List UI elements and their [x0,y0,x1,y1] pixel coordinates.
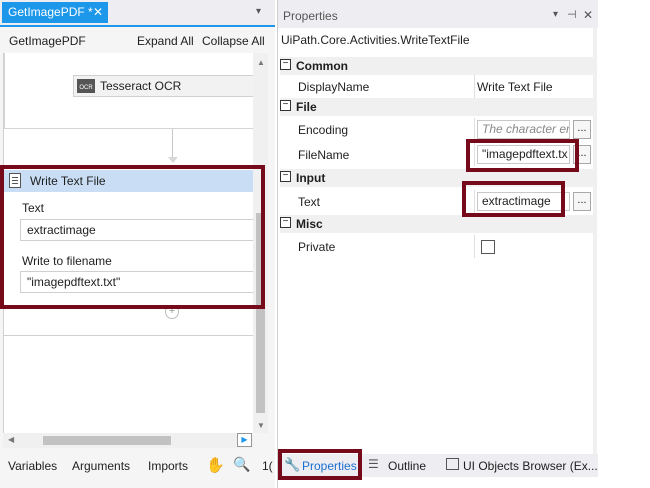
category-input[interactable]: − Input [280,169,594,187]
scroll-up-icon[interactable]: ▲ [257,58,265,67]
property-name: Text [298,195,321,209]
text-input[interactable]: extractimage [20,219,256,241]
write-text-file-activity[interactable]: Write Text File Text extractimage Write … [4,170,257,293]
scrollbar-thumb[interactable] [256,213,265,413]
ellipsis-button[interactable]: ... [573,192,591,211]
add-activity-icon[interactable]: + [165,305,179,319]
horizontal-scrollbar[interactable]: ◀ ▶ [3,433,253,448]
close-icon[interactable]: ✕ [583,8,593,22]
ocr-icon: OCR [77,79,95,93]
category-file[interactable]: − File [280,98,594,116]
category-label: File [296,100,317,114]
document-tab-strip: GetImagePDF * ✕ ▾ [0,0,275,27]
arguments-tab[interactable]: Arguments [72,459,130,473]
zoom-level[interactable]: 1( [262,459,273,473]
category-misc[interactable]: − Misc [280,215,594,233]
filename-field[interactable]: "imagepdftext.tx [477,145,570,164]
collapse-icon[interactable]: − [280,59,291,70]
divider [4,335,254,336]
activity-header[interactable]: Write Text File [4,170,257,192]
collapse-icon[interactable]: − [280,100,291,111]
sequence-container: OCR Tesseract OCR [4,53,255,129]
category-label: Common [296,59,348,73]
tab-getimagepdf[interactable]: GetImagePDF * ✕ [2,2,108,23]
imports-tab[interactable]: Imports [148,459,188,473]
tesseract-ocr-activity[interactable]: OCR Tesseract OCR [73,75,255,97]
property-name: DisplayName [298,80,370,94]
scroll-down-icon[interactable]: ▼ [257,421,265,430]
property-grid: − Common DisplayName Write Text File − F… [280,57,594,457]
property-value-cell[interactable] [474,235,594,258]
property-name: FileName [298,148,350,162]
property-row-filename[interactable]: FileName "imagepdftext.tx ... [280,143,594,166]
ellipsis-button[interactable]: ... [573,145,591,164]
collapse-icon[interactable]: − [280,217,291,228]
filename-label: Write to filename [22,254,112,268]
wrench-icon[interactable]: 🔧 [284,457,300,473]
tab-ui-objects-browser[interactable]: UI Objects Browser (Ex... [463,459,598,473]
breadcrumb[interactable]: GetImagePDF [9,34,86,48]
property-value-cell[interactable]: "imagepdftext.tx ... [474,143,594,166]
property-name: Private [298,240,336,254]
category-common[interactable]: − Common [280,57,594,75]
property-value-cell[interactable]: extractimage ... [474,190,594,213]
pin-icon[interactable]: ⊣ [567,8,577,21]
chevron-down-icon[interactable]: ▾ [553,9,558,20]
tab-properties[interactable]: Properties [302,459,357,473]
designer-toolbar: GetImagePDF Expand All Collapse All [0,27,275,53]
activity-label: Tesseract OCR [100,79,182,93]
property-row-text[interactable]: Text extractimage ... [280,190,594,213]
connector-arrow-icon [168,157,178,163]
activity-title: Write Text File [30,174,106,188]
properties-bottom-tabs: 🔧 Properties ☰ Outline UI Objects Browse… [278,454,598,477]
activity-class-name: UiPath.Core.Activities.WriteTextFile [281,33,470,47]
document-icon [9,173,21,188]
text-field[interactable]: extractimage [477,192,570,211]
filename-input[interactable]: "imagepdftext.txt" [20,271,256,293]
panel-edge [593,28,597,458]
chevron-down-icon[interactable]: ▾ [256,6,261,17]
vertical-scrollbar[interactable]: ▲ ▼ [253,53,268,433]
property-value-cell[interactable]: The character enc ... [474,118,594,141]
zoom-icon[interactable]: 🔍 [233,456,250,473]
scrollbar-thumb[interactable] [43,436,171,445]
workflow-canvas[interactable]: OCR Tesseract OCR Write Text File Text e… [3,53,257,433]
close-icon[interactable]: ✕ [93,2,103,23]
panel-title: Properties [283,9,338,23]
hand-pan-icon[interactable]: ✋ [206,456,225,474]
property-name: Encoding [298,123,349,137]
properties-titlebar: Properties ▾ ⊣ ✕ [278,0,598,28]
variables-tab[interactable]: Variables [8,459,57,473]
tab-label: GetImagePDF * [8,5,93,19]
property-value-cell[interactable]: Write Text File [474,75,594,98]
property-row-displayname[interactable]: DisplayName Write Text File [280,75,594,98]
outline-icon[interactable]: ☰ [368,457,379,471]
designer-bottom-bar: Variables Arguments Imports ✋ 🔍 1( [0,454,275,476]
tab-outline[interactable]: Outline [388,459,426,473]
collapse-icon[interactable]: − [280,171,291,182]
category-label: Misc [296,217,323,231]
designer-panel: GetImagePDF * ✕ ▾ GetImagePDF Expand All… [0,0,275,488]
text-label: Text [22,201,45,215]
properties-panel: Properties ▾ ⊣ ✕ UiPath.Core.Activities.… [277,0,598,488]
expand-all-button[interactable]: Expand All [137,34,194,48]
category-label: Input [296,171,326,185]
ui-objects-icon[interactable] [446,458,459,470]
collapse-all-button[interactable]: Collapse All [202,34,265,48]
scroll-left-icon[interactable]: ◀ [8,435,14,444]
encoding-field[interactable]: The character enc [477,120,570,139]
property-row-encoding[interactable]: Encoding The character enc ... [280,118,594,141]
private-checkbox[interactable] [481,240,495,254]
displayname-value[interactable]: Write Text File [477,80,553,94]
ellipsis-button[interactable]: ... [573,120,591,139]
scroll-right-icon[interactable]: ▶ [237,433,252,447]
property-row-private[interactable]: Private [280,235,594,258]
